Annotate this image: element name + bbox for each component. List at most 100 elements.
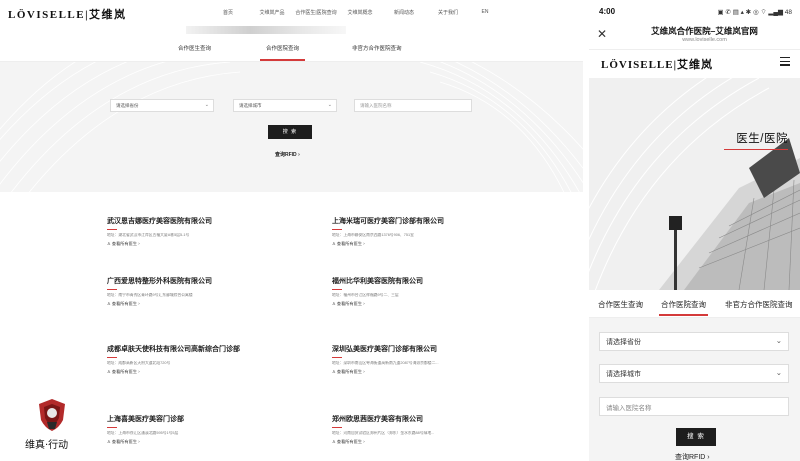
mobile-browser: 4:00 ▣ ✆ ▤ ▴ ✱ ◎ ⌔ ▂▄▆ 48 ✕ 艾维岚合作医院–艾维岚官… [586, 0, 800, 461]
search-panel: 请选择省份 ⌄ 请选择城市 ⌄ 请输入医院名称 搜 索 查询RFID › [0, 62, 583, 192]
view-doctors-link[interactable]: ♙ 查看所有医生 › [332, 241, 532, 247]
hospital-address: 地址：河南自贸试验区郑州片区（郑东）金水东路88号绿地... [332, 431, 435, 435]
chevron-down-icon: ⌄ [204, 102, 209, 108]
nav-doctor-hospital-search[interactable]: 合作医生|医院查询 [294, 9, 338, 16]
mobile-search-tabs: 合作医生查询 合作医院查询 非官方合作医院查询 [589, 290, 800, 318]
view-doctors-label: 查看所有医生 [111, 439, 138, 444]
chevron-down-icon: ⌄ [775, 368, 782, 377]
hospital-address: 地址：上海市静安区南京西路1376号906、751室 [332, 233, 414, 237]
view-doctors-link[interactable]: ♙ 查看所有医生 › [107, 439, 307, 445]
nav-products[interactable]: 艾维岚产品 [250, 9, 294, 16]
close-icon[interactable]: ✕ [597, 27, 607, 41]
rfid-query-link[interactable]: 查询RFID › [675, 452, 710, 461]
hospital-name-input[interactable]: 请输入医院名称 [599, 397, 789, 416]
view-doctors-link[interactable]: ♙ 查看所有医生 › [107, 301, 307, 307]
shield-logo-icon [39, 399, 65, 431]
hamburger-menu-icon[interactable] [780, 57, 790, 66]
mobile-search-form: 请选择省份 ⌄ 请选择城市 ⌄ 请输入医院名称 搜 索 查询RFID › [589, 318, 800, 461]
chevron-right-icon: › [362, 439, 365, 444]
view-doctors-label: 查看所有医生 [336, 439, 363, 444]
view-doctors-link[interactable]: ♙ 查看所有医生 › [332, 301, 532, 307]
hospital-card: 深圳弘美医疗美容门诊部有限公司 地址：深圳市南山区粤海街道高新南九道2087号海… [332, 344, 472, 375]
province-select[interactable]: 请选择省份 ⌄ [599, 332, 789, 351]
chevron-right-icon: › [137, 301, 140, 306]
nav-language-en[interactable]: EN [470, 9, 500, 16]
hospital-name[interactable]: 郑州欧思茜医疗美容有限公司 [332, 414, 472, 424]
hospital-name[interactable]: 武汉恩吉娜医疗美容医院有限公司 [107, 216, 307, 226]
view-doctors-label: 查看所有医生 [336, 301, 363, 306]
city-select[interactable]: 请选择城市 ⌄ [233, 99, 337, 112]
hospital-name[interactable]: 上海喜美医疗美容门诊部 [107, 414, 307, 424]
hero-image-strip [186, 26, 346, 34]
nav-about[interactable]: 关于我们 [426, 9, 470, 16]
nav-concept[interactable]: 艾维岚概念 [338, 9, 382, 16]
tab-hospital-search[interactable]: 合作医院查询 [259, 44, 306, 61]
chevron-right-icon: › [137, 369, 140, 374]
hospital-name[interactable]: 成都卓肤天使科技有限公司高新综合门诊部 [107, 344, 252, 354]
accent-divider [107, 427, 117, 428]
city-select-value: 请选择城市 [606, 371, 641, 378]
hospital-address: 地址：南宁市青秀区青环路9号汇东郦城综合公寓楼 [107, 293, 193, 297]
accent-divider [107, 229, 117, 230]
weizhen-action-badge: 维真·行动 [25, 398, 85, 454]
tab-unofficial-hospital-search[interactable]: 非官方合作医院查询 [725, 299, 793, 310]
hospital-name[interactable]: 上海米瑞可医疗美容门诊部有限公司 [332, 216, 532, 226]
view-doctors-link[interactable]: ♙ 查看所有医生 › [107, 369, 252, 375]
chevron-right-icon: › [298, 152, 300, 158]
view-doctors-link[interactable]: ♙ 查看所有医生 › [332, 369, 472, 375]
chevron-right-icon: › [137, 439, 140, 444]
hospital-results: 武汉恩吉娜医疗美容医院有限公司 地址：湖北省武汉市江岸区五福大厦A栋5层5-1号… [0, 192, 583, 461]
tab-doctor-search[interactable]: 合作医生查询 [598, 299, 643, 310]
accent-divider [332, 289, 342, 290]
status-icons: ▣ ✆ ▤ ▴ ✱ ◎ ⌔ ▂▄▆ 48 [717, 9, 793, 16]
hospital-address: 地址：上海市徐汇区漕溪北路595号1号5层 [107, 431, 179, 435]
province-select-value: 请选择省份 [116, 103, 139, 108]
view-doctors-label: 查看所有医生 [336, 241, 363, 246]
view-doctors-link[interactable]: ♙ 查看所有医生 › [107, 241, 307, 247]
brand-logo[interactable]: LÖVISELLE|艾维岚 [8, 6, 127, 22]
hospital-card: 福州比华利美容医院有限公司 地址：福州市台江区祥福路9号二、三层 ♙ 查看所有医… [332, 276, 532, 307]
nav-home[interactable]: 首页 [206, 9, 250, 16]
province-select[interactable]: 请选择省份 ⌄ [110, 99, 214, 112]
nav-news[interactable]: 新闻动态 [382, 9, 426, 16]
status-time: 4:00 [599, 7, 616, 16]
city-select[interactable]: 请选择城市 ⌄ [599, 364, 789, 383]
page-url: www.loviselle.com [682, 37, 727, 43]
view-doctors-label: 查看所有医生 [111, 301, 138, 306]
chevron-right-icon: › [707, 454, 710, 461]
province-select-value: 请选择省份 [606, 339, 641, 346]
hospital-card: 武汉恩吉娜医疗美容医院有限公司 地址：湖北省武汉市江岸区五福大厦A栋5层5-1号… [107, 216, 307, 247]
nav-links: 首页 艾维岚产品 合作医生|医院查询 艾维岚概念 新闻动态 关于我们 EN [206, 9, 500, 16]
top-navigation: LÖVISELLE|艾维岚 首页 艾维岚产品 合作医生|医院查询 艾维岚概念 新… [0, 0, 583, 26]
tab-hospital-search[interactable]: 合作医院查询 [659, 299, 708, 316]
view-doctors-link[interactable]: ♙ 查看所有医生 › [332, 439, 472, 445]
page-title: 艾维岚合作医院–艾维岚官网 [651, 26, 758, 36]
accent-divider [332, 229, 342, 230]
hero-banner: 医生/医院 [589, 78, 800, 290]
tab-unofficial-hospital-search[interactable]: 非官方合作医院查询 [352, 44, 402, 52]
search-button[interactable]: 搜 索 [268, 125, 312, 139]
hospital-address: 地址：深圳市南山区粤海街道高新南九道2087号海派京都楼二... [332, 361, 439, 365]
hospital-card: 上海喜美医疗美容门诊部 地址：上海市徐汇区漕溪北路595号1号5层 ♙ 查看所有… [107, 414, 307, 445]
accent-divider [107, 289, 117, 290]
hero-title: 医生/医院 [736, 133, 788, 145]
search-tabs: 合作医生查询 合作医院查询 非官方合作医院查询 [0, 34, 583, 62]
search-button[interactable]: 搜 索 [676, 428, 716, 446]
brand-logo[interactable]: LÖVISELLE|艾维岚 [601, 56, 713, 72]
hospital-name-input[interactable]: 请输入医院名称 [354, 99, 472, 112]
hospital-name[interactable]: 广西爱思特整形外科医院有限公司 [107, 276, 307, 286]
hospital-name[interactable]: 福州比华利美容医院有限公司 [332, 276, 532, 286]
hospital-address: 地址：成都高新区天府大道北段720号 [107, 361, 171, 365]
view-doctors-label: 查看所有医生 [336, 369, 363, 374]
mobile-site-header: LÖVISELLE|艾维岚 [589, 50, 800, 76]
city-select-value: 请选择城市 [239, 103, 262, 108]
hospital-name[interactable]: 深圳弘美医疗美容门诊部有限公司 [332, 344, 472, 354]
view-doctors-label: 查看所有医生 [111, 369, 138, 374]
chevron-right-icon: › [137, 241, 140, 246]
tab-doctor-search[interactable]: 合作医生查询 [178, 44, 211, 52]
accent-divider [107, 357, 117, 358]
rfid-query-link[interactable]: 查询RFID › [275, 151, 300, 158]
view-doctors-label: 查看所有医生 [111, 241, 138, 246]
hero-accent-line [724, 149, 788, 150]
desktop-site: LÖVISELLE|艾维岚 首页 艾维岚产品 合作医生|医院查询 艾维岚概念 新… [0, 0, 583, 461]
